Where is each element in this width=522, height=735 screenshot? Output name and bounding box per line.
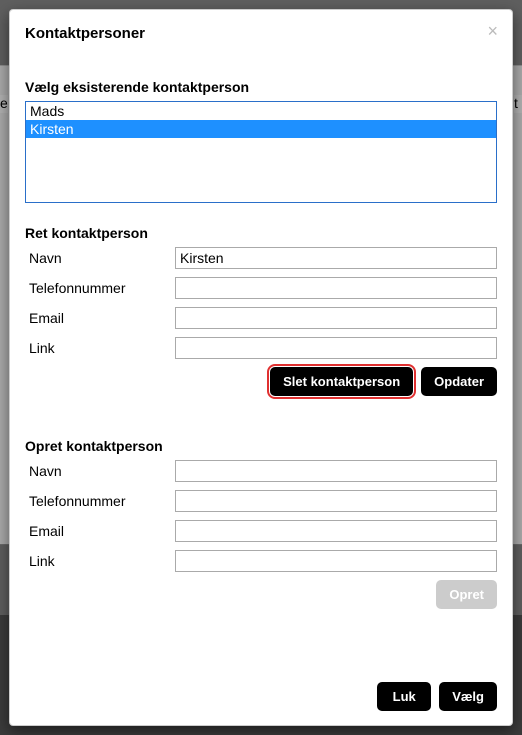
create-button-row: Opret: [25, 580, 497, 609]
contact-persons-modal: Kontaktpersoner × Vælg eksisterende kont…: [9, 9, 513, 726]
edit-contact-label: Ret kontaktperson: [25, 225, 497, 241]
modal-title: Kontaktpersoner: [25, 25, 497, 42]
create-phone-row: Telefonnummer: [25, 490, 497, 512]
edit-phone-input[interactable]: [175, 277, 497, 299]
contact-option[interactable]: Kirsten: [26, 120, 496, 138]
select-existing-label: Vælg eksisterende kontaktperson: [25, 79, 497, 95]
edit-phone-row: Telefonnummer: [25, 277, 497, 299]
edit-link-label: Link: [25, 340, 175, 356]
edit-name-input[interactable]: [175, 247, 497, 269]
delete-contact-button[interactable]: Slet kontaktperson: [270, 367, 413, 396]
edit-link-row: Link: [25, 337, 497, 359]
edit-email-input[interactable]: [175, 307, 497, 329]
modal-footer: Luk Vælg: [10, 668, 512, 725]
create-phone-input[interactable]: [175, 490, 497, 512]
create-name-input[interactable]: [175, 460, 497, 482]
modal-body: Vælg eksisterende kontaktperson MadsKirs…: [10, 57, 512, 668]
select-button[interactable]: Vælg: [439, 682, 497, 711]
contact-option[interactable]: Mads: [26, 102, 496, 120]
edit-button-row: Slet kontaktperson Opdater: [25, 367, 497, 396]
edit-link-input[interactable]: [175, 337, 497, 359]
close-icon[interactable]: ×: [487, 22, 498, 40]
create-contact-button[interactable]: Opret: [436, 580, 497, 609]
create-phone-label: Telefonnummer: [25, 493, 175, 509]
create-name-row: Navn: [25, 460, 497, 482]
edit-contact-section: Ret kontaktperson Navn Telefonnummer Ema…: [25, 225, 497, 396]
modal-header: Kontaktpersoner ×: [10, 10, 512, 57]
create-name-label: Navn: [25, 463, 175, 479]
create-email-label: Email: [25, 523, 175, 539]
create-link-label: Link: [25, 553, 175, 569]
edit-email-row: Email: [25, 307, 497, 329]
contact-listbox[interactable]: MadsKirsten: [25, 101, 497, 203]
close-button[interactable]: Luk: [377, 682, 431, 711]
edit-phone-label: Telefonnummer: [25, 280, 175, 296]
create-link-row: Link: [25, 550, 497, 572]
edit-name-row: Navn: [25, 247, 497, 269]
create-link-input[interactable]: [175, 550, 497, 572]
create-contact-section: Opret kontaktperson Navn Telefonnummer E…: [25, 438, 497, 609]
create-email-row: Email: [25, 520, 497, 542]
edit-name-label: Navn: [25, 250, 175, 266]
update-contact-button[interactable]: Opdater: [421, 367, 497, 396]
create-contact-label: Opret kontaktperson: [25, 438, 497, 454]
create-email-input[interactable]: [175, 520, 497, 542]
edit-email-label: Email: [25, 310, 175, 326]
